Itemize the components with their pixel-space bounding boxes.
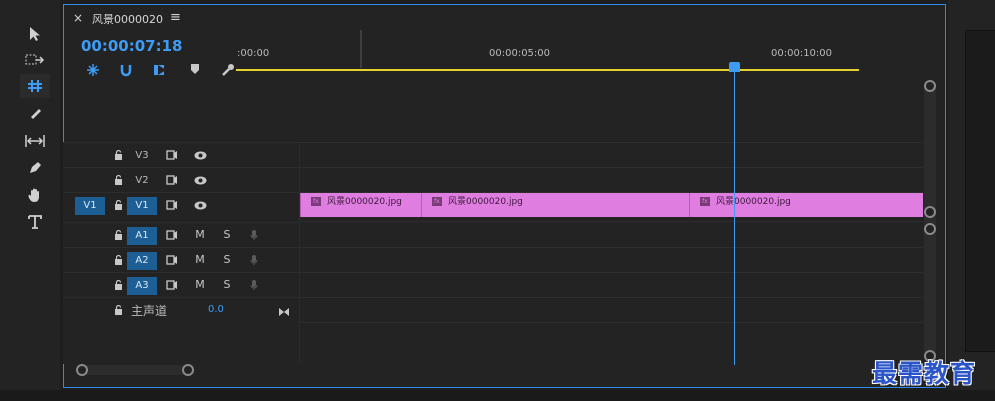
- microphone-icon[interactable]: [246, 248, 262, 272]
- ruler-label-5s: 00:00:05:00: [489, 48, 551, 59]
- linked-selection-icon[interactable]: [117, 63, 135, 79]
- microphone-icon[interactable]: [246, 273, 262, 297]
- vscroll-top-handle[interactable]: [924, 80, 936, 92]
- time-ruler[interactable]: :00:00 00:00:05:00 00:00:10:00: [236, 26, 859, 74]
- sync-lock-icon[interactable]: [164, 193, 180, 217]
- track-divider: [300, 297, 923, 298]
- type-tool-icon[interactable]: [20, 210, 50, 234]
- hscroll-right-handle[interactable]: [182, 364, 194, 376]
- clip-1[interactable]: fx 风景0000020.jpg: [300, 193, 421, 217]
- vertical-scrollbar[interactable]: [924, 80, 936, 362]
- sync-lock-icon[interactable]: [164, 168, 180, 192]
- panel-menu-icon[interactable]: ≡: [170, 10, 181, 25]
- track-label-v2[interactable]: V2: [127, 172, 157, 190]
- track-content-area[interactable]: [299, 142, 923, 364]
- master-volume-value[interactable]: 0.0: [208, 304, 224, 315]
- track-divider: [300, 322, 923, 323]
- track-select-tool-icon[interactable]: [20, 48, 50, 72]
- playhead-line[interactable]: [734, 62, 735, 365]
- track-header-v2: V2: [63, 167, 299, 191]
- adjacent-panel-frame: [965, 30, 995, 352]
- track-divider: [300, 247, 923, 248]
- ripple-edit-tool-icon[interactable]: [20, 74, 50, 98]
- track-label-a3[interactable]: A3: [127, 277, 157, 295]
- tools-panel: [0, 0, 60, 401]
- hscroll-left-handle[interactable]: [76, 364, 88, 376]
- slip-tool-icon[interactable]: [20, 129, 50, 153]
- bottom-strip: [0, 390, 995, 401]
- ruler-label-start: :00:00: [237, 48, 270, 59]
- lock-icon[interactable]: [110, 298, 126, 322]
- vscroll-handle[interactable]: [924, 206, 936, 218]
- watermark-logo: 最需教育: [872, 359, 977, 388]
- bowtie-icon[interactable]: [278, 302, 290, 321]
- track-headers: V3 V2 V1 V1 A1 M S A2 M S A3 M S 主声道 0.0: [63, 142, 299, 364]
- solo-button[interactable]: S: [219, 248, 235, 272]
- mute-button[interactable]: M: [192, 248, 208, 272]
- clip-3[interactable]: fx 风景0000020.jpg: [689, 193, 923, 217]
- close-icon[interactable]: ×: [73, 11, 83, 25]
- track-header-v3: V3: [63, 142, 299, 166]
- track-divider: [300, 272, 923, 273]
- track-divider: [300, 167, 923, 168]
- snap-icon[interactable]: [84, 63, 102, 79]
- eye-icon[interactable]: [192, 143, 208, 167]
- solo-button[interactable]: S: [219, 223, 235, 247]
- sync-lock-icon[interactable]: [164, 143, 180, 167]
- track-divider: [300, 142, 923, 143]
- hand-tool-icon[interactable]: [20, 183, 50, 207]
- razor-tool-icon[interactable]: [20, 101, 50, 125]
- horizontal-scrollbar[interactable]: [76, 365, 192, 375]
- lock-icon[interactable]: [110, 223, 126, 247]
- track-header-v1: V1 V1: [63, 192, 299, 216]
- pen-tool-icon[interactable]: [20, 156, 50, 180]
- eye-icon[interactable]: [192, 193, 208, 217]
- track-header-a2: A2 M S: [63, 247, 299, 272]
- playhead-handle[interactable]: [729, 62, 740, 72]
- work-area-bar[interactable]: [236, 69, 859, 71]
- track-header-a3: A3 M S: [63, 272, 299, 297]
- sync-lock-icon[interactable]: [164, 248, 180, 272]
- sequence-tab-title[interactable]: 风景0000020: [92, 11, 163, 27]
- clip-name: 风景0000020.jpg: [327, 197, 402, 207]
- vscroll-audio-top-handle[interactable]: [924, 223, 936, 235]
- selection-tool-icon[interactable]: [20, 22, 50, 46]
- playhead-timecode[interactable]: 00:00:07:18: [81, 37, 183, 55]
- clip-name: 风景0000020.jpg: [448, 197, 523, 207]
- fx-badge-icon: fx: [311, 197, 321, 206]
- solo-button[interactable]: S: [219, 273, 235, 297]
- master-track-label: 主声道: [131, 304, 168, 318]
- add-marker-icon[interactable]: [151, 63, 169, 79]
- lock-icon[interactable]: [110, 143, 126, 167]
- track-label-a1[interactable]: A1: [127, 227, 157, 245]
- microphone-icon[interactable]: [246, 223, 262, 247]
- track-divider: [300, 221, 923, 222]
- lock-icon[interactable]: [110, 273, 126, 297]
- lock-icon[interactable]: [110, 193, 126, 217]
- mute-button[interactable]: M: [192, 273, 208, 297]
- sync-lock-icon[interactable]: [164, 223, 180, 247]
- track-label-v1[interactable]: V1: [127, 197, 157, 215]
- track-label-a2[interactable]: A2: [127, 252, 157, 270]
- ruler-label-10s: 00:00:10:00: [771, 48, 833, 59]
- track-header-master: 主声道 0.0: [63, 297, 299, 322]
- track-label-v3[interactable]: V3: [127, 147, 157, 165]
- wrench-icon[interactable]: [219, 63, 237, 79]
- source-patch-v1[interactable]: V1: [75, 197, 105, 215]
- eye-icon[interactable]: [192, 168, 208, 192]
- clip-2[interactable]: fx 风景0000020.jpg: [421, 193, 689, 217]
- lock-icon[interactable]: [110, 248, 126, 272]
- fx-badge-icon: fx: [432, 197, 442, 206]
- marker-icon[interactable]: [186, 63, 204, 79]
- fx-badge-icon: fx: [700, 197, 710, 206]
- sync-lock-icon[interactable]: [164, 273, 180, 297]
- track-header-a1: A1 M S: [63, 222, 299, 247]
- lock-icon[interactable]: [110, 168, 126, 192]
- clip-name: 风景0000020.jpg: [716, 197, 791, 207]
- right-panel: [948, 0, 995, 401]
- mute-button[interactable]: M: [192, 223, 208, 247]
